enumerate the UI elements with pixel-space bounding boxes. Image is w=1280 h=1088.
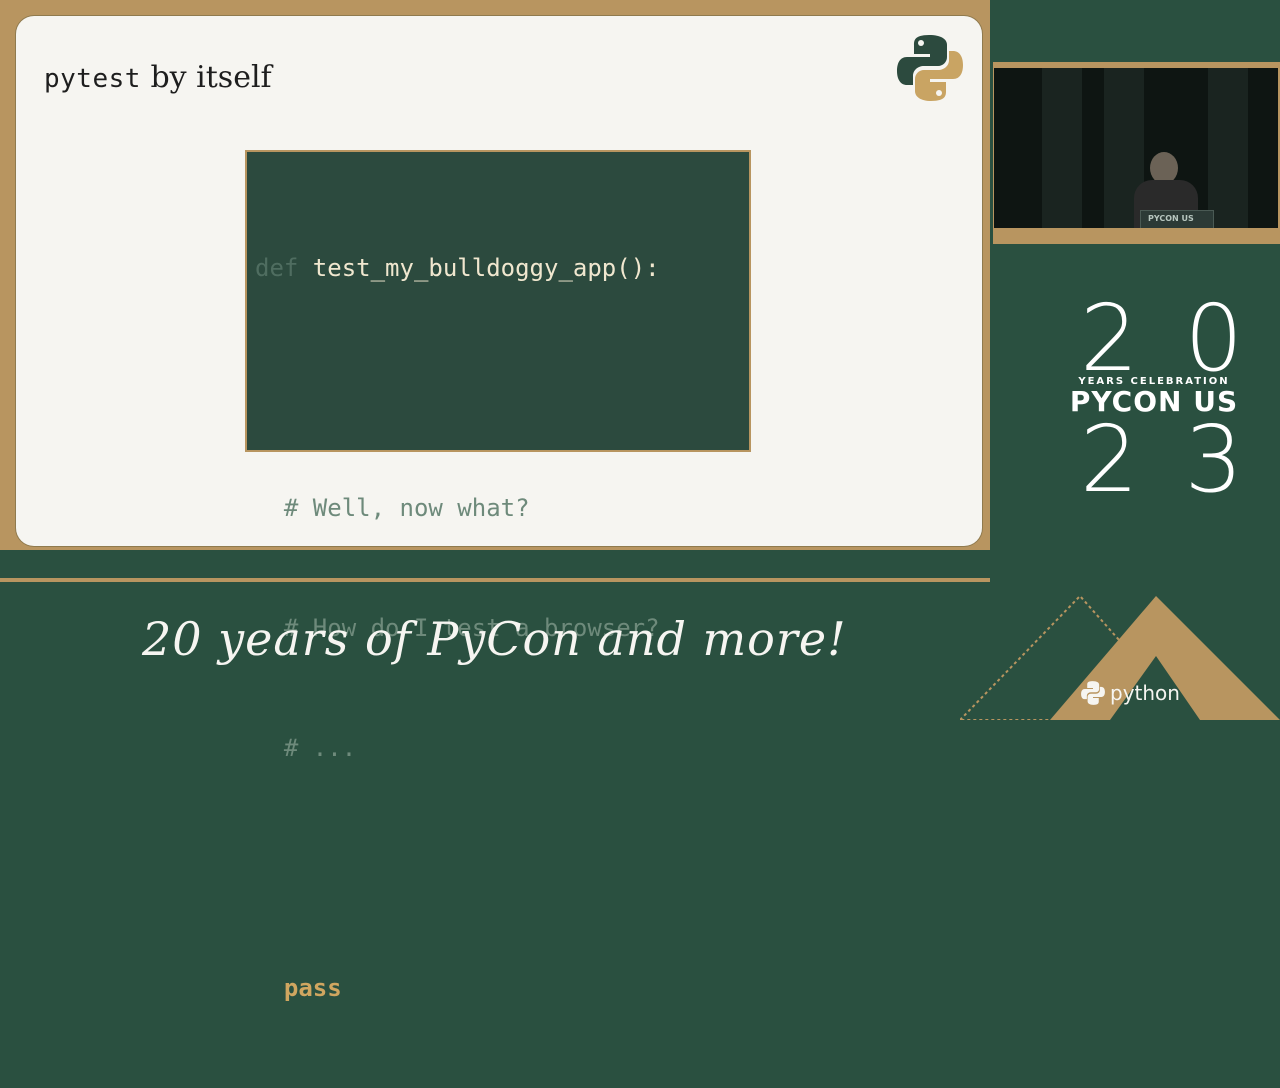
code-comment: # Well, now what? xyxy=(255,494,530,522)
python-logo-icon xyxy=(897,35,963,101)
code-function-name: test_my_bulldoggy_app(): xyxy=(298,254,660,282)
code-line: def test_my_bulldoggy_app(): xyxy=(255,248,749,288)
code-keyword-pass: pass xyxy=(255,974,342,1002)
footer-python-word: python xyxy=(1110,681,1180,705)
event-branding: 20 YEARS CELEBRATION PYCON US 23 xyxy=(1054,285,1280,513)
stage-curtain xyxy=(1042,68,1082,228)
stage-curtain xyxy=(1208,68,1248,228)
tagline: 20 years of PyCon and more! xyxy=(142,612,847,666)
year-top: 20 xyxy=(1080,285,1280,392)
slide-title-code: pytest xyxy=(44,64,141,94)
code-comment: # ... xyxy=(255,734,357,762)
python-logo-icon xyxy=(1081,681,1105,705)
year-bottom: 23 xyxy=(1080,406,1280,513)
code-block: def test_my_bulldoggy_app(): # Well, now… xyxy=(245,150,751,1002)
presentation-slide: pytest by itself def test_my_bulldoggy_a… xyxy=(16,16,982,1002)
podium-label: PYCON US xyxy=(1148,214,1194,223)
slide-title: pytest by itself xyxy=(44,60,272,95)
speaker-video: PYCON US xyxy=(994,68,1278,228)
footer-python-logo: python xyxy=(1080,680,1180,706)
slide-title-text: by itself xyxy=(140,60,272,95)
code-keyword-def: def xyxy=(255,254,299,282)
